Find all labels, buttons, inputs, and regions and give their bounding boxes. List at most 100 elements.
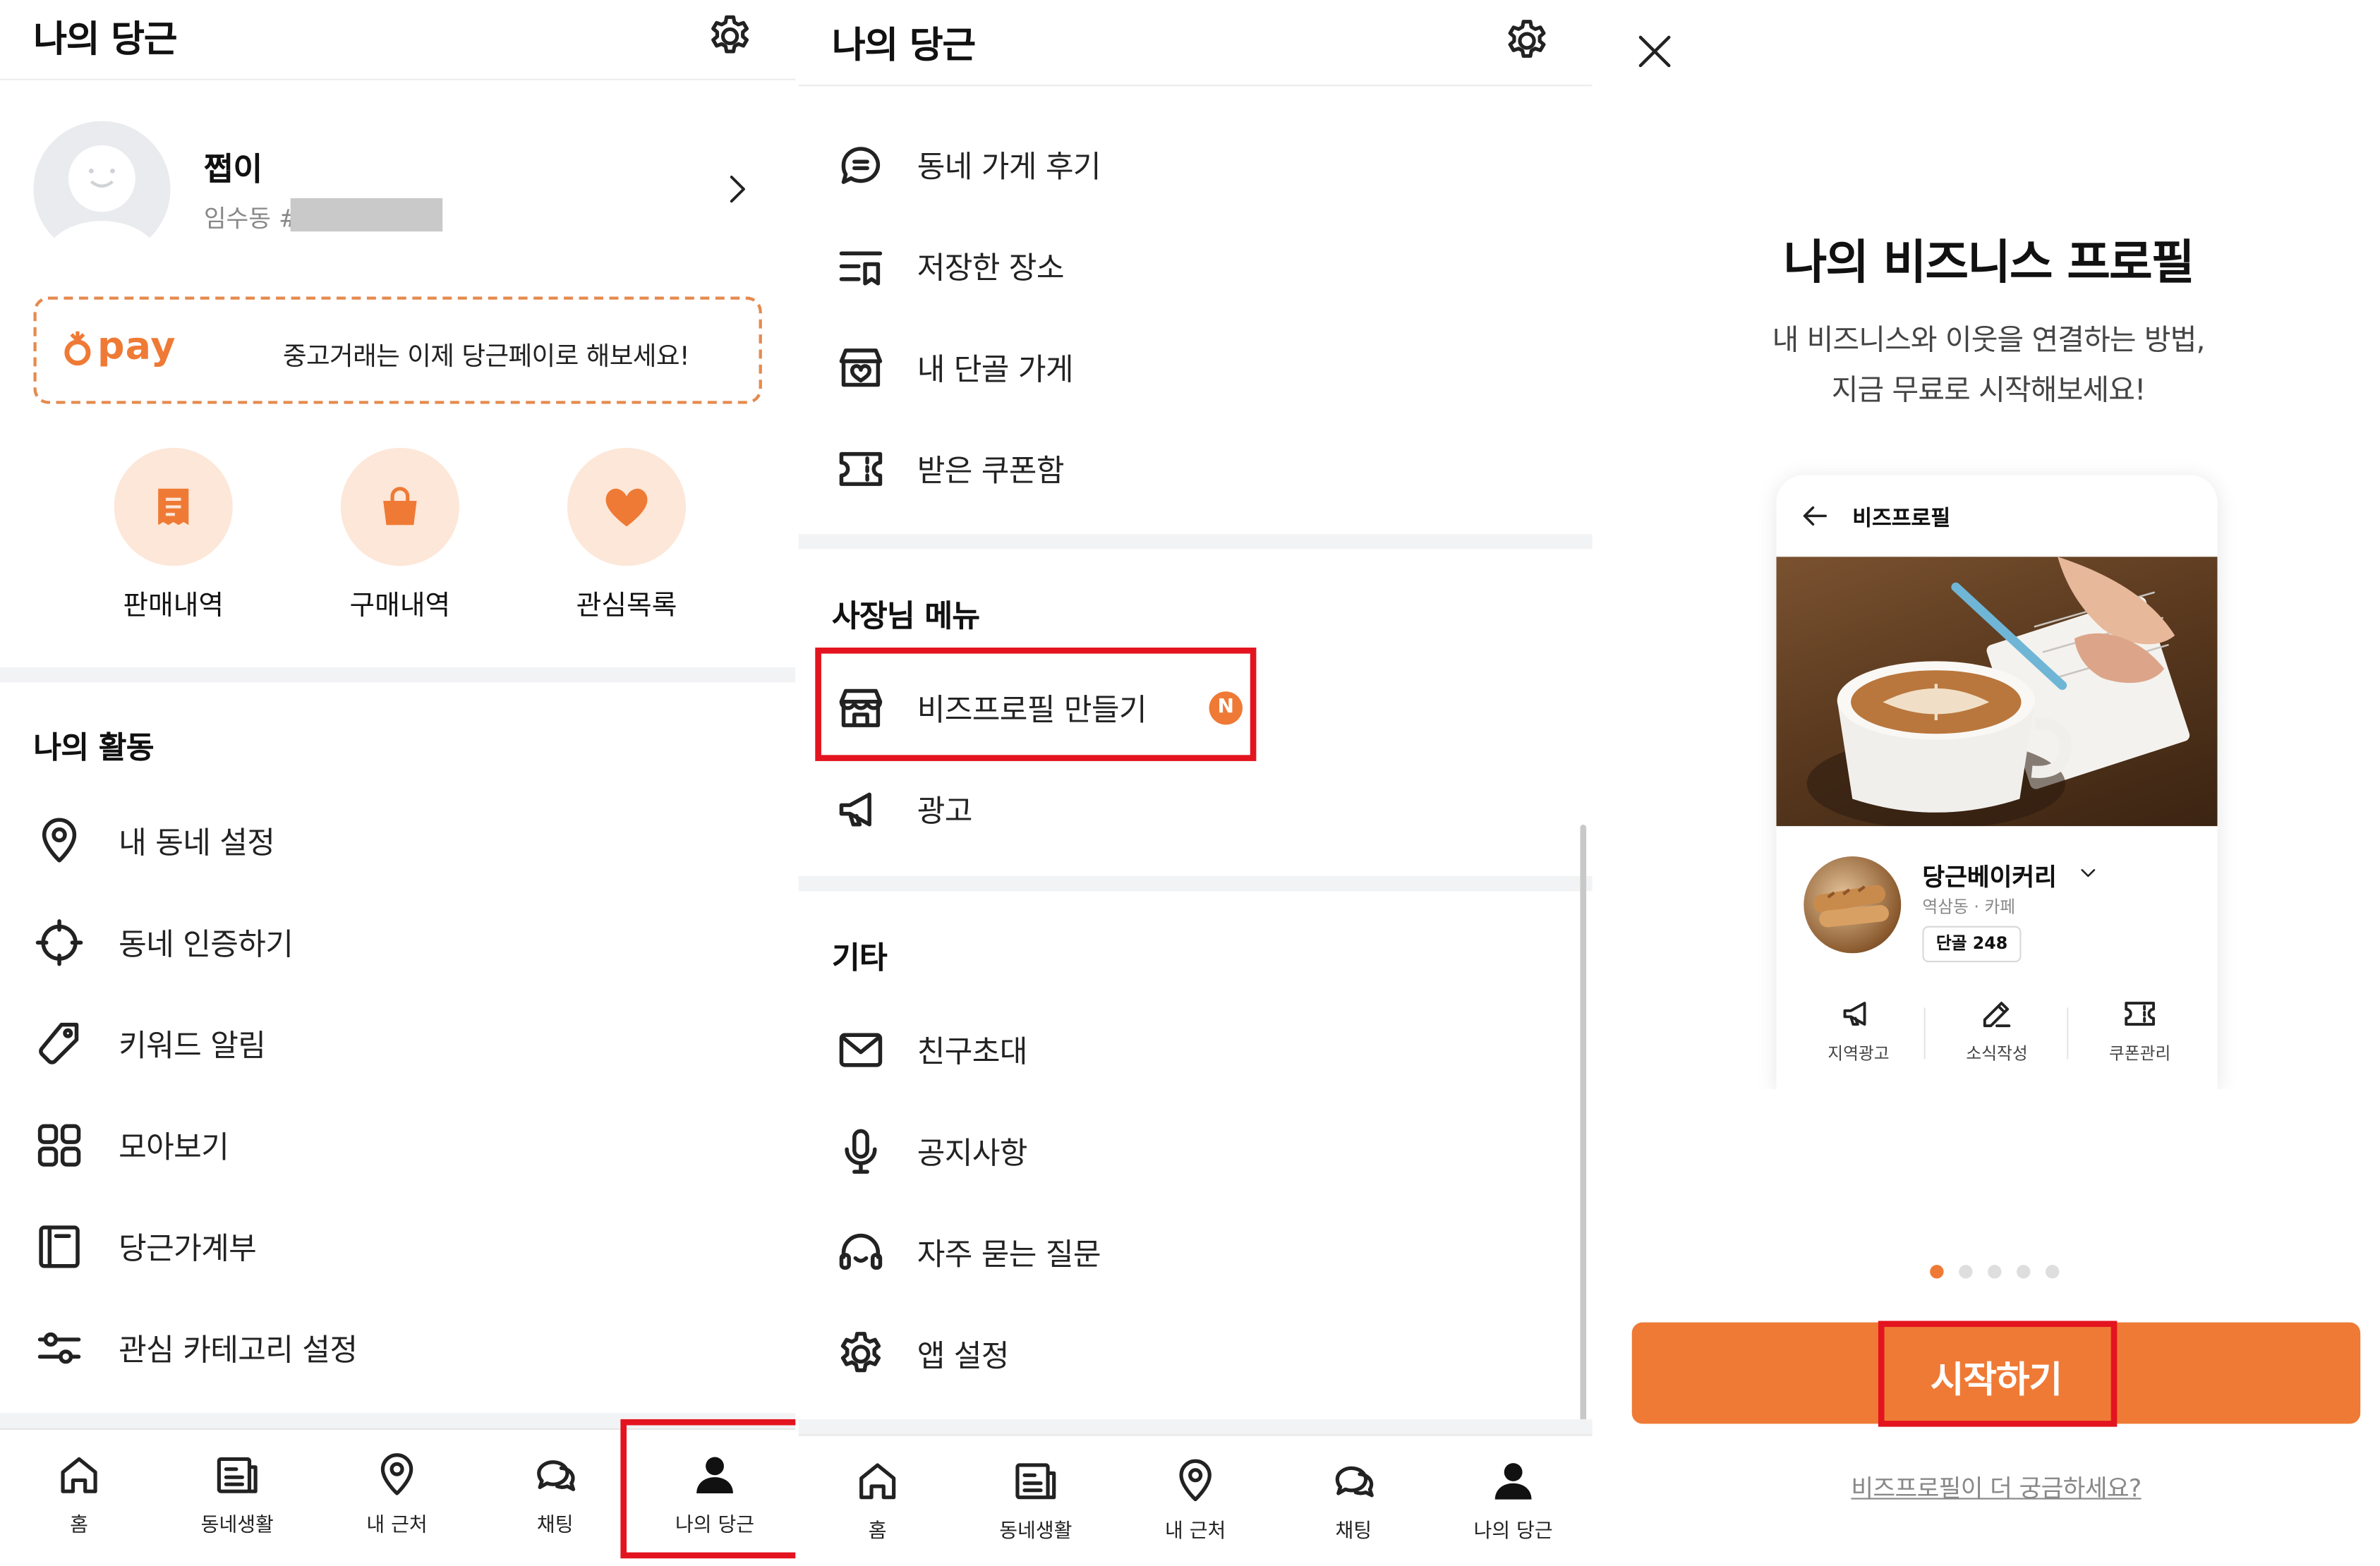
newspaper-icon xyxy=(1015,1463,1056,1500)
nav-label: 홈 xyxy=(868,1520,887,1543)
profile-name: 쩝이 xyxy=(203,151,263,188)
mock-action-label: 소식작성 xyxy=(1966,1043,2028,1064)
nav-chat[interactable]: 채팅 xyxy=(1293,1451,1414,1557)
chevron-right-icon[interactable] xyxy=(724,169,751,209)
menu-row-coupons[interactable]: 받은 쿠폰함 xyxy=(835,437,1565,501)
coffee-photo xyxy=(1776,557,2218,827)
nav-label: 내 근처 xyxy=(366,1515,428,1538)
settings-gear-icon[interactable] xyxy=(706,12,754,61)
bottom-nav: 홈 동네생활 내 근처 채팅 나의 당근 xyxy=(798,1434,1593,1566)
coupon-icon xyxy=(2125,1002,2155,1026)
menu-row-category[interactable]: 관심 카테고리 설정 xyxy=(33,1316,763,1380)
mock-action-local-ad: 지역광고 xyxy=(1798,990,1919,1081)
nav-nearby[interactable]: 내 근처 xyxy=(1135,1451,1256,1557)
chat-icon xyxy=(537,1460,576,1491)
nav-label: 동네생활 xyxy=(999,1520,1073,1543)
highlight-box xyxy=(620,1419,796,1559)
menu-row-ads[interactable]: 광고 xyxy=(835,777,1565,841)
mock-action-label: 쿠폰관리 xyxy=(2109,1043,2171,1064)
menu-row-ledger[interactable]: 당근가계부 xyxy=(33,1215,763,1278)
megaphone-icon xyxy=(1843,1002,1866,1026)
nav-label: 나의 당근 xyxy=(1473,1520,1553,1543)
purchase-history-label: 구매내역 xyxy=(349,590,451,622)
ledger-icon xyxy=(39,1225,80,1268)
nav-chat[interactable]: 채팅 xyxy=(495,1445,616,1550)
intro-title: 나의 비즈니스 프로필 xyxy=(1783,236,2195,291)
page-dot-active[interactable] xyxy=(1930,1265,1944,1279)
menu-label: 모아보기 xyxy=(119,1129,229,1165)
nav-home[interactable]: 홈 xyxy=(816,1451,938,1557)
sales-history-button[interactable] xyxy=(114,447,233,566)
saved-list-icon xyxy=(839,251,883,286)
nav-neighborhood-life[interactable]: 동네생활 xyxy=(975,1451,1097,1557)
menu-row-app-settings[interactable]: 앱 설정 xyxy=(835,1323,1565,1386)
menu-label: 동네 인증하기 xyxy=(119,925,294,963)
menu-row-neighborhood[interactable]: 내 동네 설정 xyxy=(33,810,763,873)
store-meta: 역삼동 · 카페 xyxy=(1922,897,2016,917)
arrow-left-icon xyxy=(1803,506,1827,526)
redacted-block xyxy=(290,198,443,232)
menu-row-keyword[interactable]: 키워드 알림 xyxy=(33,1012,763,1076)
headset-icon xyxy=(839,1234,883,1270)
phone-mockup: 비즈프로필 당근베이커리 역삼동 · 카페 단골 248 지역광고 소식작성 쿠… xyxy=(1776,475,2218,1090)
activity-section-title: 나의 활동 xyxy=(33,729,154,766)
map-pin-icon xyxy=(1179,1459,1212,1502)
mock-action-coupons: 쿠폰관리 xyxy=(2079,990,2200,1081)
menu-row-collection[interactable]: 모아보기 xyxy=(33,1114,763,1177)
nav-neighborhood-life[interactable]: 동네생활 xyxy=(176,1445,298,1550)
mock-action-label: 지역광고 xyxy=(1828,1043,1890,1064)
store-heart-icon xyxy=(839,348,883,387)
heart-icon xyxy=(605,488,648,527)
menu-row-regular-stores[interactable]: 내 단골 가게 xyxy=(835,336,1565,399)
nav-nearby[interactable]: 내 근처 xyxy=(336,1445,457,1550)
wishlist-button[interactable] xyxy=(567,447,687,566)
store-name: 당근베이커리 xyxy=(1922,862,2057,892)
avatar[interactable] xyxy=(33,121,171,257)
pay-banner[interactable]: pay 중고거래는 이제 당근페이로 해보세요! xyxy=(33,296,762,404)
home-icon xyxy=(61,1457,97,1493)
location-pin-icon xyxy=(42,818,77,863)
page-title: 나의 당근 xyxy=(33,18,177,61)
chevron-down-icon xyxy=(2081,869,2096,878)
intro-subtitle-line2: 지금 무료로 시작해보세요! xyxy=(1831,373,2146,407)
menu-row-store-reviews[interactable]: 동네 가게 후기 xyxy=(835,133,1565,197)
menu-label: 관심 카테고리 설정 xyxy=(119,1331,358,1368)
more-info-link[interactable]: 비즈프로필이 더 궁금하세요? xyxy=(1597,1468,2380,1504)
mail-icon xyxy=(839,1033,883,1067)
settings-gear-icon[interactable] xyxy=(1503,17,1552,66)
menu-label: 광고 xyxy=(917,792,973,830)
menu-label: 친구초대 xyxy=(917,1033,1028,1070)
pagination-dots xyxy=(1930,1265,2082,1280)
menu-row-verify[interactable]: 동네 인증하기 xyxy=(33,911,763,974)
page-dot[interactable] xyxy=(2046,1265,2060,1279)
mock-action-write-news: 소식작성 xyxy=(1936,990,2058,1081)
scrollbar[interactable] xyxy=(1580,824,1587,1430)
my-carrot-panel: 나의 당근 쩝이 임수동 # pay 중고거래는 이제 당근페이로 해보세요! … xyxy=(0,0,796,1566)
pay-brand: pay xyxy=(97,324,176,368)
menu-label: 공지사항 xyxy=(917,1134,1028,1172)
page-dot[interactable] xyxy=(1988,1265,2002,1279)
nav-my-carrot[interactable]: 나의 당근 xyxy=(1452,1451,1573,1557)
menu-row-notice[interactable]: 공지사항 xyxy=(835,1119,1565,1183)
gear-icon xyxy=(840,1332,881,1373)
nav-label: 내 근처 xyxy=(1165,1520,1226,1543)
menu-row-faq[interactable]: 자주 묻는 질문 xyxy=(835,1221,1565,1285)
sliders-icon xyxy=(37,1332,81,1364)
megaphone-icon xyxy=(839,792,871,827)
nav-label: 동네생활 xyxy=(200,1515,274,1538)
menu-label: 내 단골 가게 xyxy=(917,351,1074,388)
chat-icon xyxy=(1335,1466,1374,1498)
microphone-icon xyxy=(845,1129,877,1174)
menu-row-saved-places[interactable]: 저장한 장소 xyxy=(835,234,1565,298)
home-icon xyxy=(859,1463,896,1500)
page-dot[interactable] xyxy=(2017,1265,2031,1279)
menu-label: 동네 가게 후기 xyxy=(917,148,1101,185)
page-dot[interactable] xyxy=(1959,1265,1973,1279)
mock-header-title: 비즈프로필 xyxy=(1852,506,1951,531)
nav-label: 채팅 xyxy=(536,1515,574,1538)
nav-home[interactable]: 홈 xyxy=(18,1445,140,1550)
menu-row-invite[interactable]: 친구초대 xyxy=(835,1019,1565,1082)
pencil-icon xyxy=(1983,1002,2011,1028)
close-icon[interactable] xyxy=(1633,30,1676,73)
purchase-history-button[interactable] xyxy=(340,447,459,566)
